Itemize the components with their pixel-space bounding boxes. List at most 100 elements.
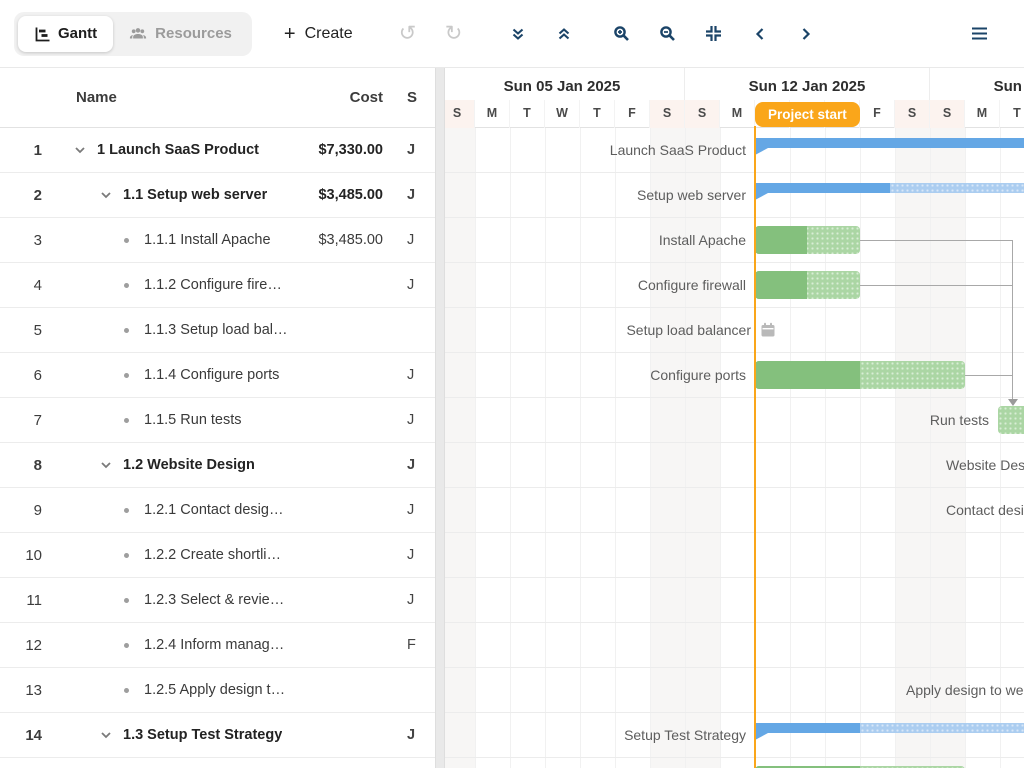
day-header-cell: S (895, 100, 930, 128)
table-row[interactable]: 41.1.2 Configure fire…J (0, 263, 440, 308)
summary-bar[interactable] (755, 138, 1024, 155)
week-label: Sun 12 Jan 2025 (685, 68, 930, 100)
task-start: J (393, 727, 440, 743)
leaf-bullet-icon (124, 418, 129, 423)
leaf-bullet-icon (124, 688, 129, 693)
expand-collapse-icon[interactable] (98, 457, 114, 473)
task-name: 1.1.1 Install Apache (144, 232, 271, 248)
week-label: Sun 19 Jan 2025 (930, 68, 1024, 100)
table-row[interactable]: 141.3 Setup Test StrategyJ (0, 713, 440, 758)
grid-chart-splitter[interactable] (435, 68, 445, 768)
day-header-cell: T (510, 100, 545, 128)
row-number: 9 (0, 502, 64, 519)
table-row[interactable]: 111.2.3 Select & revie…J (0, 578, 440, 623)
calendar-icon[interactable] (760, 322, 776, 343)
table-row[interactable]: 71.1.5 Run testsJ (0, 398, 440, 443)
task-start: J (393, 457, 440, 473)
tab-resources[interactable]: Resources (113, 16, 248, 52)
dependency-line (860, 240, 1012, 241)
zoom-to-fit-button[interactable] (691, 25, 737, 42)
dependency-line (965, 375, 1012, 376)
row-grid-line (440, 532, 1024, 533)
summary-bar[interactable] (755, 723, 1024, 740)
resources-icon (129, 26, 147, 42)
toolbar: Gantt Resources + Create ↺ ↻ (0, 0, 1024, 68)
table-row[interactable]: 21.1 Setup web server$3,485.00J (0, 173, 440, 218)
task-start: J (393, 502, 440, 518)
task-name: 1.2 Website Design (123, 457, 255, 473)
expand-collapse-icon[interactable] (72, 142, 88, 158)
task-bar[interactable] (755, 361, 965, 389)
task-name: 1.2.3 Select & revie… (144, 592, 284, 608)
row-number: 14 (0, 727, 64, 744)
row-number: 7 (0, 412, 64, 429)
table-row[interactable]: 101.2.2 Create shortlis…J (0, 533, 440, 578)
project-start-badge: Project start (755, 102, 860, 127)
day-grid-line (825, 128, 826, 768)
timeline-header: Sun 05 Jan 2025 Sun 12 Jan 2025 Sun 19 J… (440, 68, 1024, 128)
task-start: J (393, 412, 440, 428)
day-header-cell: S (685, 100, 720, 128)
task-name: 1 Launch SaaS Product (97, 142, 259, 158)
tab-gantt[interactable]: Gantt (18, 16, 113, 52)
table-row[interactable]: 31.1.1 Install Apache$3,485.00J (0, 218, 440, 263)
leaf-bullet-icon (124, 328, 129, 333)
shift-next-button[interactable] (783, 26, 829, 42)
task-cost: $3,485.00 (288, 187, 393, 203)
week-label: Sun 05 Jan 2025 (440, 68, 685, 100)
leaf-bullet-icon (124, 643, 129, 648)
table-row[interactable]: 11 Launch SaaS Product$7,330.00J (0, 128, 440, 173)
task-start: F (393, 637, 440, 653)
create-button[interactable]: + Create (284, 24, 353, 44)
menu-button[interactable] (956, 26, 1002, 41)
bar-label: Configure firewall (440, 263, 746, 308)
zoom-in-button[interactable] (599, 25, 645, 42)
column-header-name[interactable]: Name (64, 89, 288, 106)
grid-rows: 11 Launch SaaS Product$7,330.00J21.1 Set… (0, 128, 440, 758)
task-bar[interactable] (998, 406, 1024, 434)
undo-button[interactable]: ↺ (385, 23, 431, 44)
bar-label: Contact designers (946, 488, 1024, 533)
row-number: 6 (0, 367, 64, 384)
task-bar[interactable] (755, 226, 860, 254)
row-number: 8 (0, 457, 64, 474)
main-area: Name Cost S 11 Launch SaaS Product$7,330… (0, 68, 1024, 768)
bar-label: Run tests (440, 398, 989, 443)
redo-button[interactable]: ↻ (431, 23, 477, 44)
plus-icon: + (284, 24, 296, 44)
zoom-out-button[interactable] (645, 25, 691, 42)
day-header-cell: M (965, 100, 1000, 128)
leaf-bullet-icon (124, 553, 129, 558)
day-grid-line (895, 128, 896, 768)
column-header-cost[interactable]: Cost (288, 89, 393, 106)
expand-all-button[interactable] (495, 26, 541, 42)
collapse-all-button[interactable] (541, 26, 587, 42)
expand-collapse-icon[interactable] (98, 187, 114, 203)
table-row[interactable]: 51.1.3 Setup load bal… (0, 308, 440, 353)
table-row[interactable]: 131.2.5 Apply design t… (0, 668, 440, 713)
task-name: 1.2.4 Inform manag… (144, 637, 284, 653)
view-switch: Gantt Resources (14, 12, 252, 56)
summary-bar[interactable] (755, 183, 1024, 200)
shift-previous-button[interactable] (737, 26, 783, 42)
expand-collapse-icon[interactable] (98, 727, 114, 743)
bar-label: Configure ports (440, 353, 746, 398)
task-bar[interactable] (755, 271, 860, 299)
column-header-start[interactable]: S (393, 89, 440, 106)
task-cost: $7,330.00 (288, 142, 393, 158)
bar-label: Website Design (946, 443, 1024, 488)
task-name: 1.1.3 Setup load bal… (144, 322, 288, 338)
table-row[interactable]: 91.2.1 Contact desig…J (0, 488, 440, 533)
row-number: 4 (0, 277, 64, 294)
table-row[interactable]: 121.2.4 Inform manag…F (0, 623, 440, 668)
grid-header: Name Cost S (0, 68, 440, 128)
day-grid-line (860, 128, 861, 768)
table-row[interactable]: 61.1.4 Configure portsJ (0, 353, 440, 398)
row-number: 10 (0, 547, 64, 564)
task-start: J (393, 187, 440, 203)
task-start: J (393, 547, 440, 563)
table-row[interactable]: 8 1.2 Website Design J (0, 443, 440, 488)
day-header-cell: W (545, 100, 580, 128)
gantt-chart: Sun 05 Jan 2025 Sun 12 Jan 2025 Sun 19 J… (440, 68, 1024, 768)
day-header-cell: T (1000, 100, 1024, 128)
